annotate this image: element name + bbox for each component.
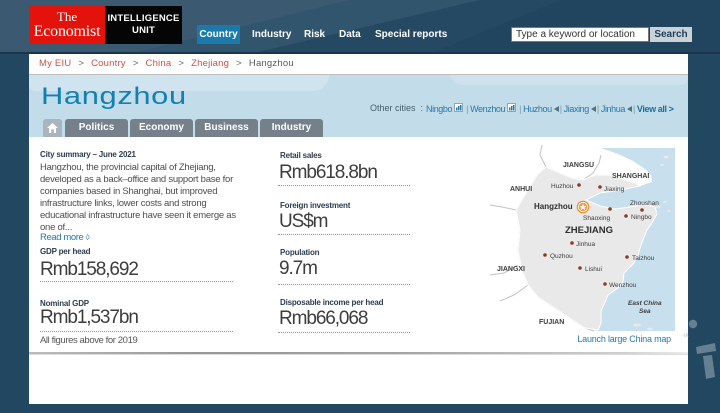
svg-text:Ningbo: Ningbo <box>631 214 652 221</box>
svg-text:Shaoxing: Shaoxing <box>583 215 610 222</box>
svg-text:ANHUI: ANHUI <box>510 186 532 193</box>
svg-text:Lishui: Lishui <box>585 266 602 273</box>
svg-text:Taizhou: Taizhou <box>632 255 655 262</box>
svg-text:·IA: ·IA <box>682 333 689 339</box>
svg-text:Jinhua: Jinhua <box>576 241 596 248</box>
svg-text:Jiaxing: Jiaxing <box>604 186 625 193</box>
svg-text:FUJIAN: FUJIAN <box>539 319 564 326</box>
svg-text:SHANGHAI: SHANGHAI <box>612 173 649 180</box>
svg-text:Hangzhou: Hangzhou <box>534 202 573 211</box>
svg-text:Zhoushan: Zhoushan <box>630 200 659 207</box>
svg-text:Quzhou: Quzhou <box>550 253 573 260</box>
svg-text:Wenzhou: Wenzhou <box>609 282 637 289</box>
svg-text:ZHEJIANG: ZHEJIANG <box>565 225 613 236</box>
svg-text:JIANGSU: JIANGSU <box>563 162 594 169</box>
svg-text:Huzhou: Huzhou <box>551 183 574 190</box>
svg-text:JIANGXI: JIANGXI <box>497 266 525 273</box>
